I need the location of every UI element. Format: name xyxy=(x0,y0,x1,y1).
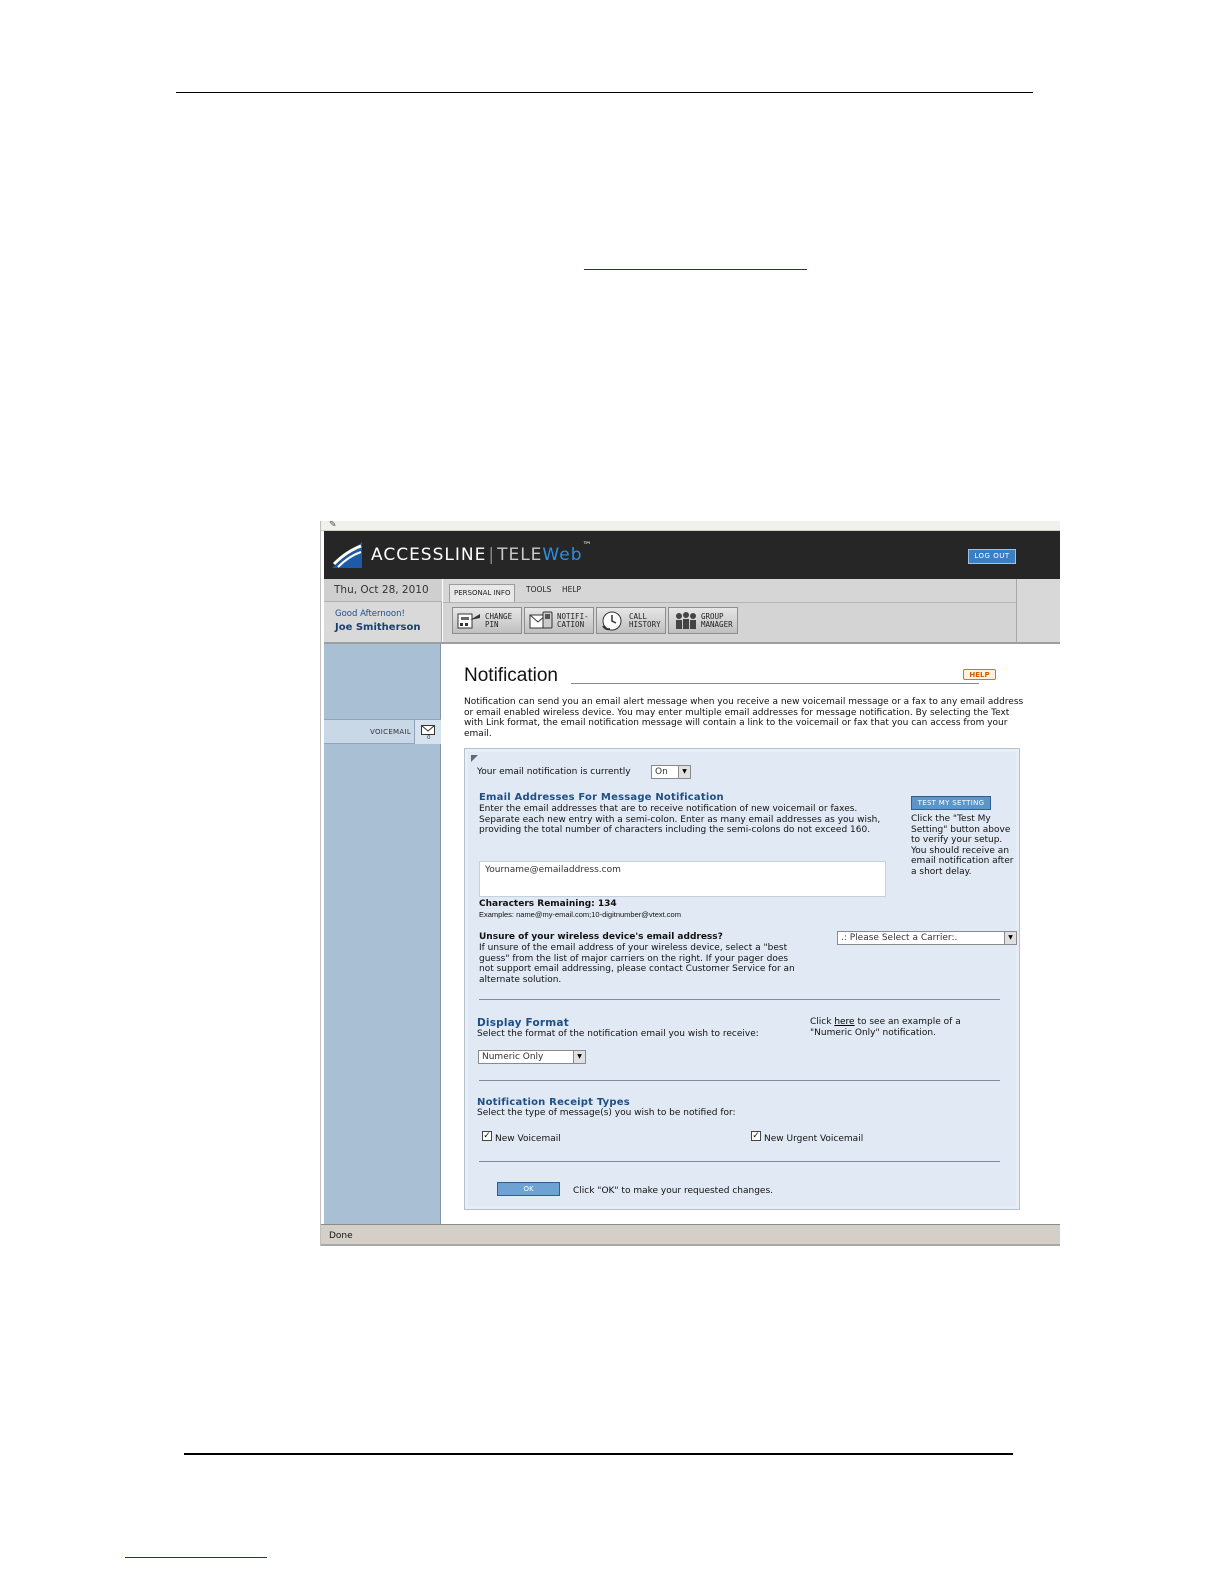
status-bar-edge xyxy=(321,1244,1060,1246)
main-navigation: PERSONAL INFO TOOLS HELP CHANGE PIN NOTI… xyxy=(443,579,1060,642)
call-history-icon xyxy=(602,611,622,631)
new-urgent-voicemail-checkbox[interactable]: ✓ xyxy=(751,1131,761,1141)
example-prefix: Click xyxy=(810,1017,835,1027)
chevron-down-icon: ▼ xyxy=(1004,932,1016,944)
envelope-icon xyxy=(421,725,435,735)
notification-button[interactable]: NOTIFI- CATION xyxy=(524,607,594,634)
brand-main: ACCESSLINE xyxy=(371,545,487,565)
example-suffix: to see an example of a xyxy=(854,1017,961,1027)
display-format-value: Numeric Only xyxy=(482,1052,544,1062)
carrier-select[interactable]: .: Please Select a Carrier:. ▼ xyxy=(837,931,1017,945)
help-button[interactable]: HELP xyxy=(963,669,996,680)
display-format-description: Select the format of the notification em… xyxy=(477,1029,759,1039)
tab-personal-info[interactable]: PERSONAL INFO xyxy=(449,584,516,602)
ok-button[interactable]: OK xyxy=(497,1182,560,1196)
current-date: Thu, Oct 28, 2010 xyxy=(324,579,442,602)
wireless-description: If unsure of the email address of your w… xyxy=(479,943,795,985)
group-manager-icon xyxy=(676,612,696,629)
group-manager-button[interactable]: GROUP MANAGER xyxy=(668,607,738,634)
email-examples: Examples: name@my-email.com;10-digitnumb… xyxy=(479,910,681,919)
browser-info-bar: ✎ xyxy=(321,521,1060,531)
sidebar-item-label: VOICEMAIL xyxy=(370,728,412,736)
voicemail-count-box: 0 xyxy=(414,720,441,744)
section-divider xyxy=(479,1161,1000,1162)
header-rule xyxy=(176,92,1033,93)
new-urgent-voicemail-label: New Urgent Voicemail xyxy=(764,1134,864,1144)
navbar-right-panel xyxy=(1016,579,1060,642)
brand-separator: | xyxy=(488,545,496,565)
example-text: Click here to see an example of a xyxy=(810,1017,961,1027)
notification-status-select[interactable]: On ▼ xyxy=(651,765,691,779)
brand-logo-text: ACCESSLINE | TELEWeb™ xyxy=(371,541,593,565)
accessline-logo-icon xyxy=(332,542,362,568)
ok-description: Click "OK" to make your requested change… xyxy=(573,1186,773,1196)
call-history-label: CALL HISTORY xyxy=(629,612,661,629)
main-content: Notification HELP Notification can send … xyxy=(442,644,1060,1224)
email-section-heading: Email Addresses For Message Notification xyxy=(479,792,724,803)
pencil-icon: ✎ xyxy=(329,521,337,530)
tab-help[interactable]: HELP xyxy=(562,585,581,594)
brand-header: ACCESSLINE | TELEWeb™ LOG OUT xyxy=(324,531,1060,579)
section-divider xyxy=(479,999,1000,1000)
corner-marker-icon xyxy=(471,755,478,762)
test-setting-description: Click the "Test My Setting" button above… xyxy=(911,814,1014,877)
hyperlink-underline[interactable] xyxy=(584,269,807,270)
test-my-setting-button[interactable]: TEST MY SETTING xyxy=(911,796,991,810)
footer-hyperlink-underline[interactable] xyxy=(125,1557,267,1558)
tab-bar: PERSONAL INFO TOOLS HELP xyxy=(443,579,1018,603)
chevron-down-icon: ▼ xyxy=(573,1051,585,1063)
browser-screenshot: ✎ ACCESSLINE | TELEWeb™ LOG OUT Thu, Oct 2… xyxy=(320,521,1060,1246)
title-rule xyxy=(571,683,979,684)
panel-body: Your email notification is currently On … xyxy=(468,752,1017,1206)
brand-web: Web xyxy=(542,545,583,565)
status-text: Done xyxy=(329,1231,353,1241)
call-history-button[interactable]: CALL HISTORY xyxy=(596,607,666,634)
example-text-line2: "Numeric Only" notification. xyxy=(810,1028,936,1038)
wireless-heading: Unsure of your wireless device's email a… xyxy=(479,932,723,942)
left-sidebar: VOICEMAIL 0 xyxy=(324,644,441,1224)
user-panel: Thu, Oct 28, 2010 Good Afternoon! Joe Sm… xyxy=(324,579,442,642)
notification-settings-panel: Your email notification is currently On … xyxy=(464,748,1020,1210)
email-addresses-field[interactable]: Yourname@emailaddress.com xyxy=(479,861,886,897)
notification-status-value: On xyxy=(655,767,668,777)
footer-rule xyxy=(184,1453,1013,1455)
brand-trademark: ™ xyxy=(582,541,593,551)
section-divider xyxy=(479,1080,1000,1081)
display-format-heading: Display Format xyxy=(477,1017,569,1029)
browser-status-bar: Done xyxy=(321,1224,1060,1246)
notification-status-label: Your email notification is currently xyxy=(477,767,631,777)
sidebar-item-voicemail[interactable]: VOICEMAIL 0 xyxy=(324,719,441,744)
carrier-select-value: .: Please Select a Carrier:. xyxy=(841,933,958,943)
logout-button[interactable]: LOG OUT xyxy=(968,549,1016,564)
email-section-description: Enter the email addresses that are to re… xyxy=(479,804,881,835)
receipt-types-description: Select the type of message(s) you wish t… xyxy=(477,1108,736,1118)
display-format-select[interactable]: Numeric Only ▼ xyxy=(478,1050,586,1064)
tab-tools[interactable]: TOOLS xyxy=(526,585,551,594)
new-voicemail-checkbox[interactable]: ✓ xyxy=(482,1131,492,1141)
change-pin-icon xyxy=(457,613,480,629)
notification-icon xyxy=(529,611,553,629)
page-title: Notification xyxy=(464,665,558,686)
voicemail-count: 0 xyxy=(427,735,431,741)
notification-label: NOTIFI- CATION xyxy=(557,612,589,629)
change-pin-label: CHANGE PIN xyxy=(485,612,513,629)
greeting: Good Afternoon! xyxy=(335,609,405,619)
receipt-types-heading: Notification Receipt Types xyxy=(477,1097,630,1108)
chevron-down-icon: ▼ xyxy=(678,766,690,778)
change-pin-button[interactable]: CHANGE PIN xyxy=(452,607,522,634)
characters-remaining: Characters Remaining: 134 xyxy=(479,899,617,909)
brand-tele: TELE xyxy=(497,545,543,565)
example-link[interactable]: here xyxy=(834,1017,854,1027)
intro-text: Notification can send you an email alert… xyxy=(464,697,1024,739)
group-manager-label: GROUP MANAGER xyxy=(701,612,733,629)
user-name: Joe Smitherson xyxy=(335,622,421,633)
new-voicemail-label: New Voicemail xyxy=(495,1134,561,1144)
